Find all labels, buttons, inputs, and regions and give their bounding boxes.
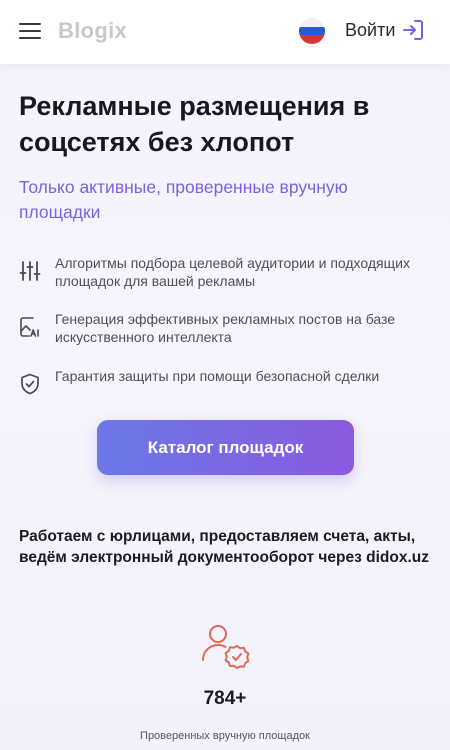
sliders-icon xyxy=(19,261,41,281)
language-flag-icon[interactable] xyxy=(299,18,325,44)
top-header: Blogix Войти xyxy=(0,0,450,64)
login-icon xyxy=(403,20,424,40)
feature-item-audience: Алгоритмы подбора целевой аудитории и по… xyxy=(19,254,434,290)
feature-text: Гарантия защиты при помощи безопасной сд… xyxy=(55,368,380,384)
feature-item-ai: Генерация эффективных рекламных постов н… xyxy=(19,310,434,346)
shield-check-icon xyxy=(21,373,39,395)
ai-image-icon xyxy=(20,317,39,337)
feature-text: Алгоритмы подбора целевой аудитории и по… xyxy=(55,255,410,289)
page-subtitle: Только активные, проверенные вручную пло… xyxy=(19,177,348,222)
feature-text: Генерация эффективных рекламных постов н… xyxy=(55,311,396,345)
stat-value: 784+ xyxy=(203,688,247,709)
logo[interactable]: Blogix xyxy=(58,18,127,44)
verified-user-icon xyxy=(202,625,250,669)
stat-label: Проверенных вручную площадок xyxy=(140,730,310,742)
legal-note: Работаем с юрлицами, предоставляем счета… xyxy=(19,528,430,566)
page-title: Рекламные размещения в соцсетях без хлоп… xyxy=(19,91,370,157)
login-label: Войти xyxy=(345,19,396,40)
menu-icon[interactable] xyxy=(19,22,41,40)
catalog-button[interactable]: Каталог площадок xyxy=(97,420,354,475)
feature-item-safe-deal: Гарантия защиты при помощи безопасной сд… xyxy=(19,367,434,395)
login-button[interactable]: Войти xyxy=(345,18,425,42)
